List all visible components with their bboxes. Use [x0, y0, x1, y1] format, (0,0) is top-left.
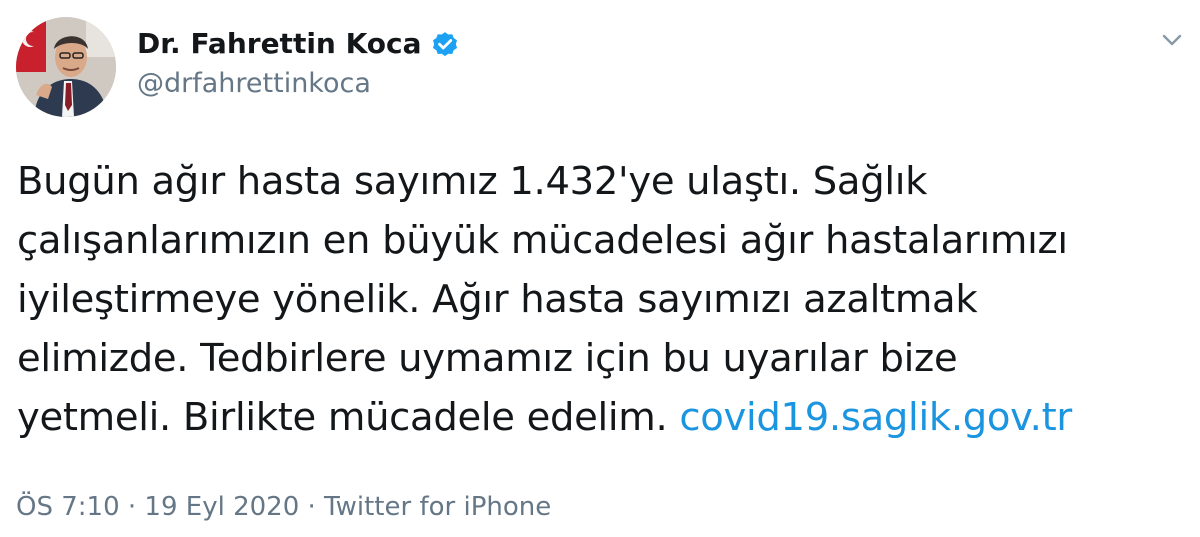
profile-photo — [16, 17, 116, 117]
tweet-text: Bugün ağır hasta sayımız 1.432'ye ulaştı… — [17, 152, 1187, 447]
tweet-link[interactable]: covid19.saglik.gov.tr — [679, 395, 1072, 440]
meta-separator: · — [307, 492, 316, 522]
verified-badge-icon — [430, 29, 460, 59]
author-display-name[interactable]: Dr. Fahrettin Koca — [137, 26, 422, 62]
tweet-text-line: yetmeli. Birlikte mücadele edelim. — [17, 395, 668, 440]
tweet-source[interactable]: Twitter for iPhone — [324, 492, 551, 522]
tweet-text-last-line: yetmeli. Birlikte mücadele edelim. covid… — [17, 388, 1187, 447]
tweet-time[interactable]: ÖS 7:10 — [16, 492, 120, 522]
meta-separator: · — [127, 492, 137, 522]
tweet-meta: ÖS 7:10 · 19 Eyl 2020 · Twitter for iPho… — [16, 489, 551, 525]
tweet-text-line: elimizde. Tedbirlere uymamız için bu uya… — [17, 336, 958, 381]
author-name-row[interactable]: Dr. Fahrettin Koca — [137, 26, 460, 62]
author-handle[interactable]: @drfahrettinkoca — [137, 66, 371, 102]
tweet-text-line: çalışanlarımızın en büyük mücadelesi ağı… — [17, 218, 1068, 263]
avatar[interactable] — [16, 17, 116, 117]
tweet-text-line: Bugün ağır hasta sayımız 1.432'ye ulaştı… — [17, 159, 928, 204]
chevron-down-icon[interactable] — [1155, 28, 1189, 52]
tweet-date[interactable]: 19 Eyl 2020 — [144, 492, 299, 522]
tweet-text-line: iyileştirmeye yönelik. Ağır hasta sayımı… — [17, 277, 978, 322]
